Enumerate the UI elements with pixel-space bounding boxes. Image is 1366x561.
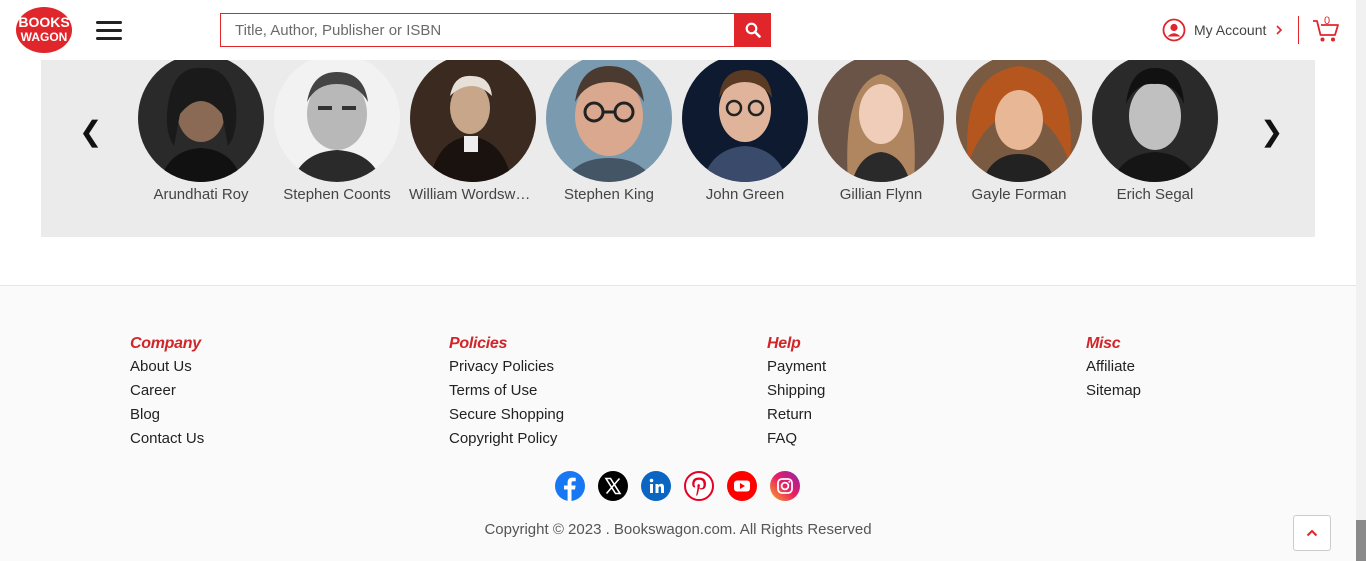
footer-link[interactable]: Terms of Use <box>449 379 564 403</box>
search-input[interactable] <box>220 13 734 47</box>
author-name: Erich Segal <box>1116 186 1194 203</box>
my-account-label: My Account <box>1194 22 1267 38</box>
user-circle-icon <box>1162 18 1186 42</box>
my-account-link[interactable]: My Account <box>1162 18 1284 42</box>
author-card[interactable]: William Wordsworth <box>405 54 541 203</box>
author-photo <box>682 54 808 182</box>
scrollbar-thumb[interactable] <box>1356 520 1366 561</box>
footer-link[interactable]: Return <box>767 403 826 427</box>
logo-text-top: BOOKS <box>18 14 69 30</box>
facebook-icon[interactable] <box>555 471 585 501</box>
scroll-to-top-button[interactable] <box>1293 515 1331 551</box>
page-scrollbar[interactable] <box>1356 0 1366 561</box>
instagram-icon[interactable] <box>770 471 800 501</box>
author-card[interactable]: Gillian Flynn <box>813 54 949 203</box>
footer-link[interactable]: Sitemap <box>1086 379 1141 403</box>
site-footer: Company About Us Career Blog Contact Us … <box>0 285 1356 561</box>
copyright-text: Copyright © 2023 . Bookswagon.com. All R… <box>484 521 872 538</box>
author-photo <box>138 54 264 182</box>
footer-column-policies: Policies Privacy Policies Terms of Use S… <box>449 335 564 451</box>
site-header: BOOKS WAGON My Account <box>0 0 1356 60</box>
author-photo <box>546 54 672 182</box>
author-name: Gillian Flynn <box>839 186 923 203</box>
carousel-next-arrow[interactable]: ❯ <box>1260 118 1283 146</box>
author-card[interactable]: Stephen King <box>541 54 677 203</box>
youtube-icon[interactable] <box>727 471 757 501</box>
footer-column-help: Help Payment Shipping Return FAQ <box>767 335 826 451</box>
footer-column-title: Help <box>767 335 801 352</box>
author-card[interactable]: John Green <box>677 54 813 203</box>
cart-count-badge: 0 <box>1324 15 1331 27</box>
footer-column-title: Misc <box>1086 335 1121 352</box>
footer-link[interactable]: Shipping <box>767 379 826 403</box>
footer-column-misc: Misc Affiliate Sitemap <box>1086 335 1141 403</box>
footer-link[interactable]: Blog <box>130 403 204 427</box>
footer-link[interactable]: Secure Shopping <box>449 403 564 427</box>
footer-link[interactable]: Affiliate <box>1086 355 1141 379</box>
linkedin-icon[interactable] <box>641 471 671 501</box>
x-twitter-icon[interactable] <box>598 471 628 501</box>
search-bar <box>220 13 771 47</box>
footer-link[interactable]: About Us <box>130 355 204 379</box>
author-card[interactable]: Gayle Forman <box>951 54 1087 203</box>
search-button[interactable] <box>734 13 771 47</box>
author-name: John Green <box>705 186 785 203</box>
author-name: Gayle Forman <box>971 186 1067 203</box>
bookswagon-logo[interactable]: BOOKS WAGON <box>15 6 73 54</box>
pinterest-icon[interactable] <box>684 471 714 501</box>
author-name: Stephen Coonts <box>283 186 391 203</box>
footer-column-title: Company <box>130 335 201 352</box>
author-photo <box>274 54 400 182</box>
author-photo <box>956 54 1082 182</box>
author-photo <box>1092 54 1218 182</box>
chevron-up-icon <box>1306 529 1318 537</box>
carousel-prev-arrow[interactable]: ❮ <box>79 118 102 146</box>
footer-link[interactable]: Privacy Policies <box>449 355 564 379</box>
footer-link[interactable]: Payment <box>767 355 826 379</box>
authors-carousel: ❮ Arundhati Roy Stephen Coonts William W… <box>41 54 1315 237</box>
footer-column-title: Policies <box>449 335 508 352</box>
menu-hamburger-icon[interactable] <box>96 21 122 41</box>
author-photo <box>410 54 536 182</box>
author-name: Stephen King <box>563 186 655 203</box>
header-divider <box>1298 16 1299 44</box>
footer-link[interactable]: Copyright Policy <box>449 427 564 451</box>
cart-button[interactable]: 0 <box>1311 15 1341 44</box>
logo-text-bottom: WAGON <box>21 30 68 44</box>
social-links <box>555 471 800 501</box>
author-photo <box>818 54 944 182</box>
author-name: Arundhati Roy <box>153 186 249 203</box>
author-name: William Wordsworth <box>409 186 541 203</box>
footer-link[interactable]: FAQ <box>767 427 826 451</box>
footer-link[interactable]: Contact Us <box>130 427 204 451</box>
author-card[interactable]: Stephen Coonts <box>269 54 405 203</box>
footer-column-company: Company About Us Career Blog Contact Us <box>130 335 204 451</box>
chevron-right-icon <box>1276 25 1283 35</box>
search-icon <box>745 22 761 38</box>
footer-link[interactable]: Career <box>130 379 204 403</box>
author-card[interactable]: Arundhati Roy <box>133 54 269 203</box>
author-card[interactable]: Erich Segal <box>1087 54 1223 203</box>
